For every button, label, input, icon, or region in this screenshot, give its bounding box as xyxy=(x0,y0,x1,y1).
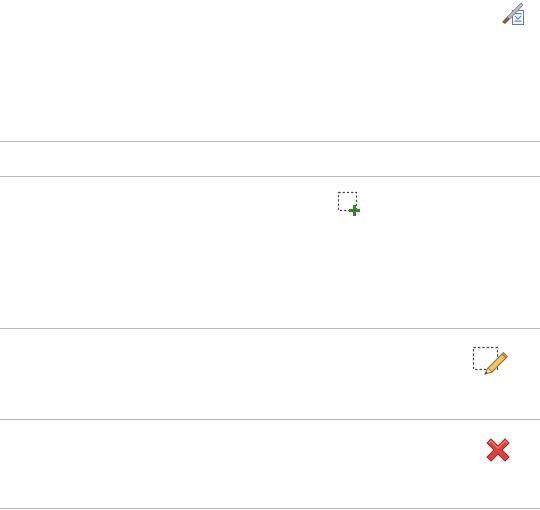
edit-selection-icon[interactable] xyxy=(470,344,510,380)
divider-1 xyxy=(0,141,540,142)
divider-5 xyxy=(0,508,540,509)
divider-4 xyxy=(0,419,540,420)
divider-2 xyxy=(0,176,540,177)
divider-3 xyxy=(0,328,540,329)
delete-icon[interactable] xyxy=(482,434,514,466)
add-selection-icon[interactable] xyxy=(336,190,366,220)
document-properties-icon[interactable] xyxy=(499,0,527,26)
